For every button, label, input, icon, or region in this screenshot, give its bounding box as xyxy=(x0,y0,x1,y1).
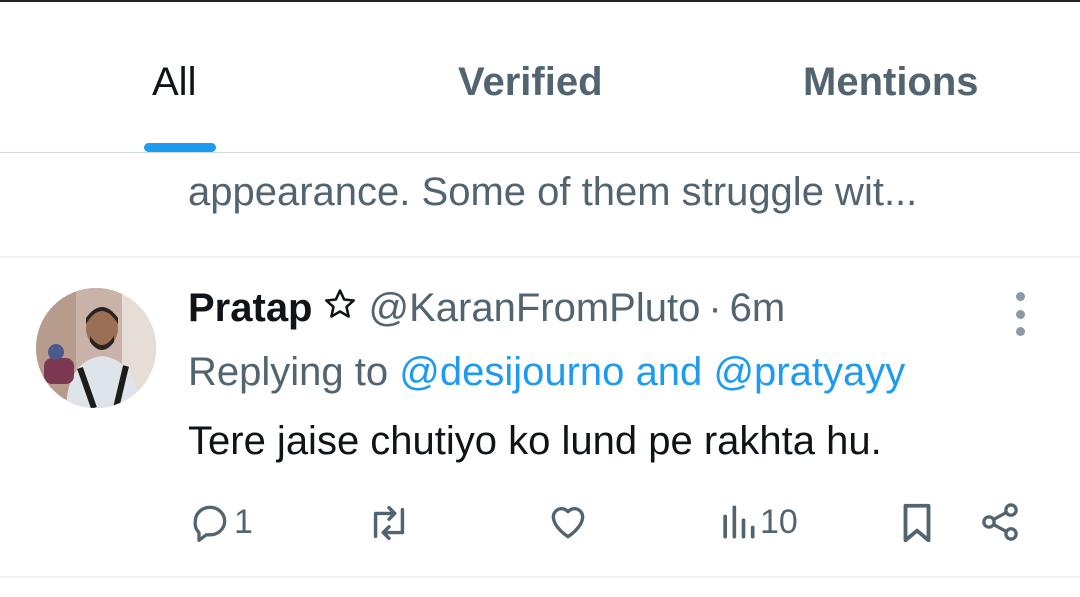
share-button[interactable] xyxy=(978,500,1022,544)
like-button[interactable] xyxy=(546,500,590,544)
tab-mentions[interactable]: Mentions xyxy=(803,60,979,105)
tab-all[interactable]: All xyxy=(152,60,196,105)
bookmark-button[interactable] xyxy=(896,500,938,546)
star-icon xyxy=(323,286,357,331)
replying-to-label: Replying to xyxy=(188,350,389,394)
bookmark-icon xyxy=(903,503,931,543)
notification-tabs: All Verified Mentions xyxy=(0,2,1080,152)
tab-verified[interactable]: Verified xyxy=(458,60,603,105)
tweet-header: Pratap @KaranFromPluto · 6m xyxy=(188,286,785,331)
mention-joiner: and xyxy=(635,350,703,394)
views-icon xyxy=(723,505,755,539)
views-button[interactable]: 10 xyxy=(718,500,798,544)
display-name[interactable]: Pratap xyxy=(188,286,313,331)
user-handle[interactable]: @KaranFromPluto xyxy=(369,286,701,331)
reply-button[interactable]: 1 xyxy=(188,500,253,544)
views-count: 10 xyxy=(760,502,798,541)
more-icon[interactable] xyxy=(1006,292,1034,336)
share-icon xyxy=(982,503,1018,541)
previous-tweet-text[interactable]: appearance. Some of them struggle wit... xyxy=(188,170,917,215)
tweet-text[interactable]: Tere jaise chutiyo ko lund pe rakhta hu. xyxy=(188,419,882,464)
tabs-divider xyxy=(0,152,1080,153)
retweet-icon xyxy=(373,505,405,541)
mention-desijourno[interactable]: @desijourno xyxy=(399,350,624,394)
reply-count: 1 xyxy=(234,502,253,541)
retweet-button[interactable] xyxy=(366,500,412,546)
avatar[interactable] xyxy=(36,288,156,408)
avatar-photo xyxy=(36,288,156,408)
reply-icon xyxy=(193,505,227,542)
tweet-divider xyxy=(0,256,1080,258)
replying-to-line: Replying to @desijourno and @pratyayy xyxy=(188,350,905,395)
tweet-divider-bottom xyxy=(0,576,1080,578)
separator-dot: · xyxy=(708,286,722,330)
active-tab-indicator xyxy=(144,143,216,152)
timestamp[interactable]: 6m xyxy=(730,286,786,331)
mention-pratyayy[interactable]: @pratyayy xyxy=(713,350,905,394)
like-icon xyxy=(551,507,585,539)
